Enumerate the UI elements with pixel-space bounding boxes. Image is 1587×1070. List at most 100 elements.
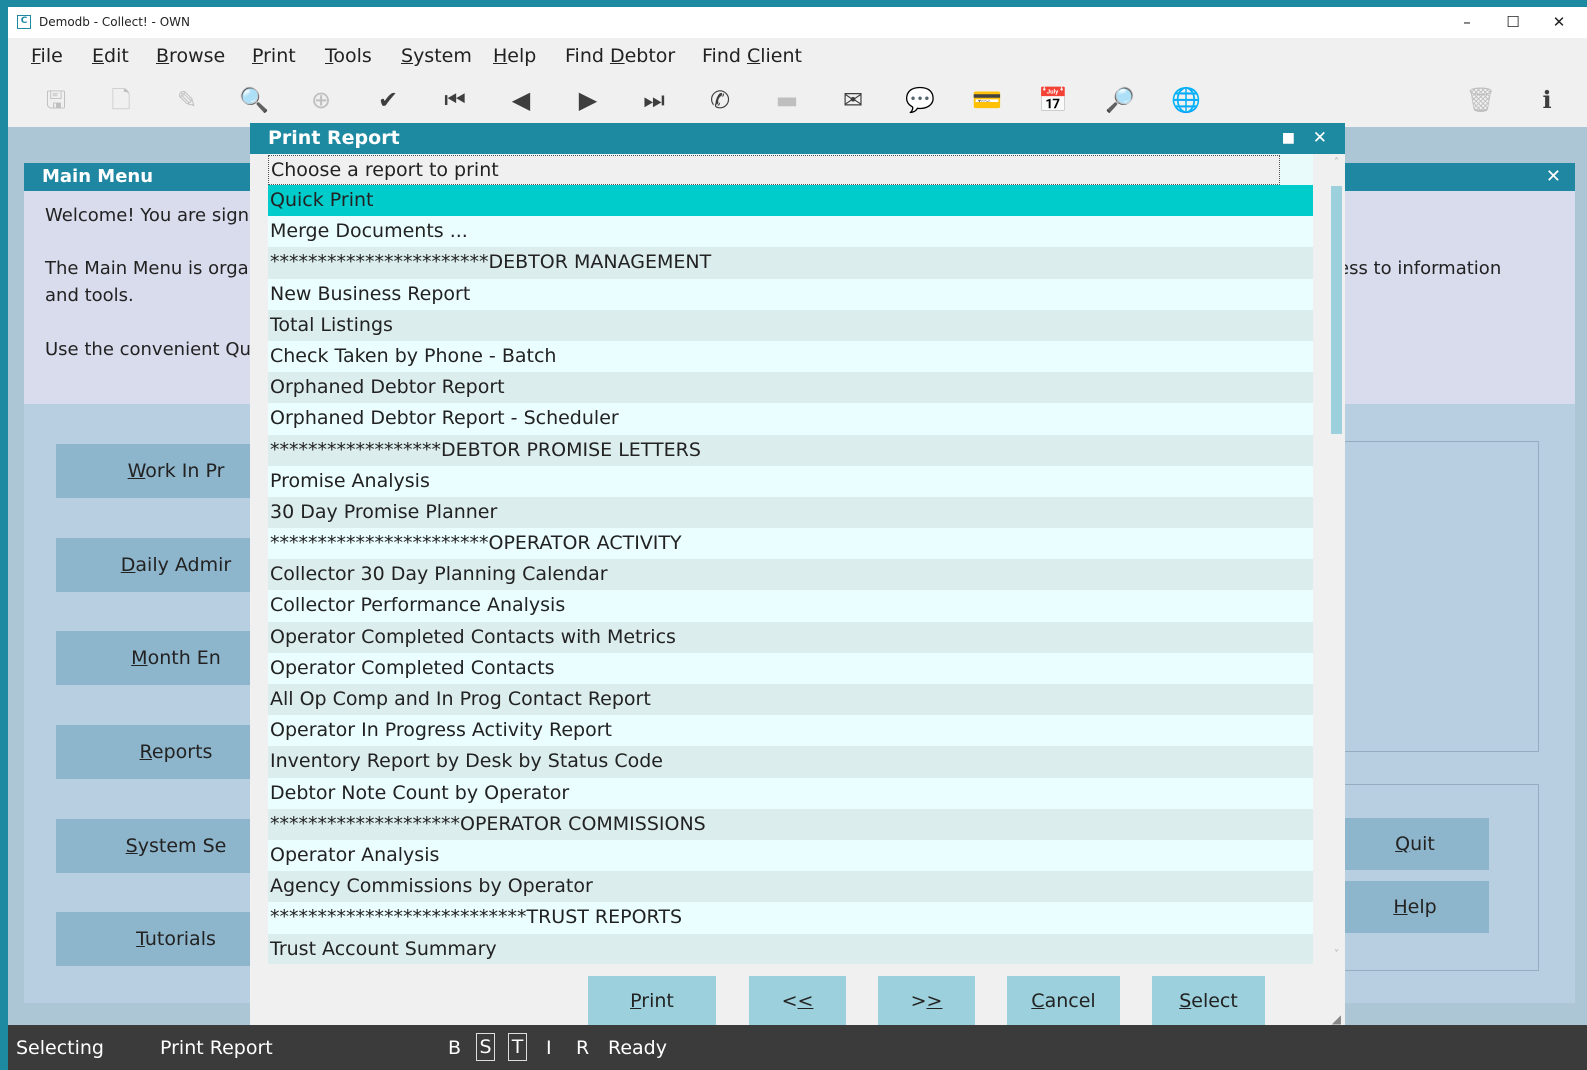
status-state: Ready [608, 1037, 667, 1059]
report-list-item[interactable]: Merge Documents ... [268, 216, 1313, 248]
close-window-button[interactable]: ✕ [1536, 10, 1582, 34]
menu-find-client[interactable]: Find Client [702, 45, 802, 67]
report-list-item[interactable]: Collector 30 Day Planning Calendar [268, 559, 1313, 591]
info-icon[interactable]: ℹ [1527, 82, 1567, 118]
binoculars-icon[interactable]: ⊕ [301, 82, 341, 118]
select-button[interactable]: Select [1152, 976, 1265, 1026]
menu-browse[interactable]: Browse [156, 45, 225, 67]
main-menu-title: Main Menu [42, 166, 154, 187]
scroll-thumb[interactable] [1331, 186, 1342, 434]
chat-bubble-icon[interactable]: 💬 [900, 82, 940, 118]
app-icon: C [17, 15, 31, 29]
maximize-button[interactable]: ☐ [1490, 10, 1536, 34]
report-list-item[interactable]: All Op Comp and In Prog Contact Report [268, 684, 1313, 716]
side-box-top [1321, 441, 1539, 752]
globe-icon[interactable]: 🌐 [1166, 82, 1206, 118]
title-bar: C Demodb - Collect! - OWN – ☐ ✕ [8, 7, 1587, 38]
menu-tools[interactable]: Tools [325, 45, 372, 67]
report-list-item[interactable]: Operator Analysis [268, 839, 1313, 872]
side-box-bottom [1321, 784, 1539, 971]
dialog-title-bar: Print Report ■ ✕ [250, 123, 1345, 154]
report-list-item[interactable]: ******************DEBTOR PROMISE LETTERS [268, 434, 1313, 466]
previous-page-button[interactable]: << [749, 976, 846, 1026]
menu-help[interactable]: Help [493, 45, 536, 67]
report-list-item[interactable]: Debtor Note Count by Operator [268, 777, 1313, 809]
quit-button[interactable]: Quit [1341, 818, 1489, 870]
report-list-item[interactable]: ***********************OPERATOR ACTIVITY [268, 528, 1313, 560]
trash-icon[interactable]: 🗑 [1461, 82, 1501, 118]
scroll-up-icon[interactable]: ˄ [1328, 154, 1345, 172]
preview-document-icon[interactable]: 🔍 [234, 82, 274, 118]
maximize-icon[interactable]: ■ [1282, 123, 1295, 154]
intro-text-line-right: ess to information [1338, 258, 1502, 279]
save-icon[interactable]: 🖫 [36, 82, 76, 118]
print-button[interactable]: Print [588, 976, 716, 1026]
menu-file[interactable]: File [31, 45, 63, 67]
report-list-item[interactable]: Promise Analysis [268, 465, 1313, 497]
status-mode: Selecting [16, 1037, 104, 1059]
close-icon[interactable]: ✕ [1313, 123, 1327, 154]
first-record-icon[interactable]: ⏮ [435, 82, 475, 118]
report-list-item[interactable]: Orphaned Debtor Report [268, 372, 1313, 404]
calendar-add-icon[interactable]: 📅 [1033, 82, 1073, 118]
report-list-item[interactable]: 30 Day Promise Planner [268, 496, 1313, 529]
report-list-item[interactable]: ***************************TRUST REPORTS [268, 902, 1313, 934]
scroll-down-icon[interactable]: ˅ [1328, 946, 1345, 964]
last-record-icon[interactable]: ⏭ [634, 82, 674, 118]
intro-text-line: The Main Menu is orga [45, 258, 249, 279]
report-list-item[interactable]: Operator Completed Contacts [268, 652, 1313, 684]
status-flag-s: S [476, 1033, 495, 1061]
edit-document-icon[interactable]: ✎ [167, 82, 207, 118]
payment-card-icon[interactable]: 💳 [967, 82, 1007, 118]
resize-grip-icon[interactable]: ◢ [1332, 1012, 1341, 1026]
report-list-item[interactable]: Check Taken by Phone - Batch [268, 340, 1313, 373]
envelope-icon[interactable]: ✉ [833, 82, 873, 118]
help-button[interactable]: Help [1341, 881, 1489, 933]
report-list-item[interactable]: ***********************DEBTOR MANAGEMENT [268, 247, 1313, 279]
minimize-button[interactable]: – [1444, 10, 1490, 34]
status-flag-t: T [508, 1033, 527, 1061]
report-list-item[interactable]: ********************OPERATOR COMMISSIONS [268, 808, 1313, 840]
inbox-tray-icon[interactable]: ▬ [767, 82, 807, 118]
menu-print[interactable]: Print [252, 45, 296, 67]
previous-record-icon[interactable]: ◀ [501, 82, 541, 118]
report-list-item[interactable]: Collector Performance Analysis [268, 590, 1313, 622]
toolbar: 🖫 🗋 ✎ 🔍 ⊕ ✔ ⏮ ◀ ▶ ⏭ ✆ ▬ ✉ 💬 💳 📅 🔎 🌐 🗑 ℹ [8, 72, 1587, 127]
status-flag-r: R [576, 1037, 590, 1059]
intro-text-line: Use the convenient Qu [45, 339, 251, 360]
menu-bar: File Edit Browse Print Tools System Help… [8, 38, 1587, 72]
next-record-icon[interactable]: ▶ [568, 82, 608, 118]
phone-icon[interactable]: ✆ [700, 82, 740, 118]
cancel-button[interactable]: Cancel [1007, 976, 1120, 1026]
intro-text-line: and tools. [45, 285, 134, 306]
report-list[interactable]: Choose a report to print Quick Print Merge… [268, 154, 1313, 964]
menu-system[interactable]: System [401, 45, 472, 67]
status-flag-b: B [448, 1037, 462, 1059]
status-flag-i: I [546, 1037, 552, 1059]
window-title: Demodb - Collect! - OWN [39, 15, 190, 29]
next-page-button[interactable]: >> [878, 976, 975, 1026]
report-list-item[interactable]: Trust Account Summary [268, 933, 1313, 964]
report-list-header-item[interactable]: Choose a report to print [268, 155, 1280, 185]
print-report-dialog: Print Report ■ ✕ Choose a report to prin… [250, 123, 1345, 1028]
report-list-item[interactable]: Inventory Report by Desk by Status Code [268, 746, 1313, 778]
checkmark-icon[interactable]: ✔ [368, 82, 408, 118]
welcome-text: Welcome! You are sign [45, 205, 250, 226]
report-list-scrollbar[interactable]: ˄ ˅ [1328, 154, 1345, 964]
report-list-item[interactable]: New Business Report [268, 278, 1313, 310]
search-icon[interactable]: 🔎 [1100, 82, 1140, 118]
menu-find-debtor[interactable]: Find Debtor [565, 45, 675, 67]
main-menu-close-icon[interactable]: ✕ [1546, 163, 1561, 191]
report-list-item[interactable]: Total Listings [268, 309, 1313, 341]
app-window: C Demodb - Collect! - OWN – ☐ ✕ File Edi… [8, 7, 1587, 1070]
status-bar: Selecting Print Report B S T I R Ready [8, 1025, 1587, 1070]
report-list-item[interactable]: Quick Print [268, 185, 1313, 217]
new-document-icon[interactable]: 🗋 [101, 82, 141, 118]
status-screen: Print Report [160, 1037, 273, 1059]
report-list-item[interactable]: Operator Completed Contacts with Metrics [268, 621, 1313, 653]
menu-edit[interactable]: Edit [92, 45, 129, 67]
report-list-item[interactable]: Operator In Progress Activity Report [268, 715, 1313, 747]
report-list-item[interactable]: Agency Commissions by Operator [268, 871, 1313, 903]
dialog-title: Print Report [268, 127, 400, 149]
report-list-item[interactable]: Orphaned Debtor Report - Scheduler [268, 403, 1313, 435]
